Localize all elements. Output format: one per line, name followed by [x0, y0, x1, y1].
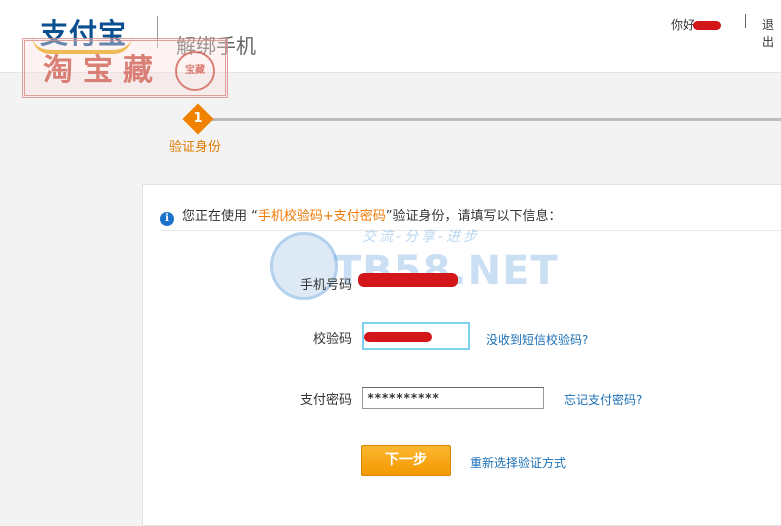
header-separator: [745, 14, 746, 28]
redacted-code: [364, 332, 432, 342]
info-method: 手机校验码+支付密码: [257, 209, 386, 224]
info-divider: [160, 230, 781, 231]
logout-link[interactable]: 退出: [762, 16, 781, 50]
password-label: 支付密码: [299, 393, 352, 408]
forgot-password-link[interactable]: 忘记支付密码?: [564, 391, 642, 408]
info-message: i 您正在使用 “手机校验码+支付密码”验证身份，请填写以下信息：: [160, 205, 562, 226]
code-label: 校验码: [312, 332, 352, 347]
greeting-text: 你好: [671, 18, 696, 32]
verification-code-input[interactable]: [362, 322, 470, 350]
redacted-username: [693, 21, 722, 30]
verification-panel: [142, 184, 781, 526]
phone-label: 手机号码: [299, 278, 352, 293]
info-icon: i: [160, 212, 174, 226]
phone-value: [358, 272, 458, 287]
info-prefix: 您正在使用 “: [182, 209, 258, 224]
reselect-method-link[interactable]: 重新选择验证方式: [470, 454, 566, 471]
info-suffix: ”验证身份，请填写以下信息：: [385, 209, 562, 224]
payment-password-input[interactable]: **********: [362, 387, 544, 409]
resend-code-link[interactable]: 没收到短信校验码?: [486, 331, 588, 348]
stamp-text: 淘宝藏: [43, 53, 163, 88]
redacted-phone: [358, 272, 458, 287]
user-greeting: 你好: [671, 16, 722, 33]
stamp-seal: 宝藏: [175, 51, 215, 91]
next-step-button[interactable]: 下一步: [361, 445, 451, 476]
watermark-stamp: 淘宝藏 宝藏: [22, 38, 228, 98]
progress-line: [212, 118, 781, 121]
step-label: 验证身份: [169, 140, 222, 155]
step-number: 1: [193, 111, 203, 126]
